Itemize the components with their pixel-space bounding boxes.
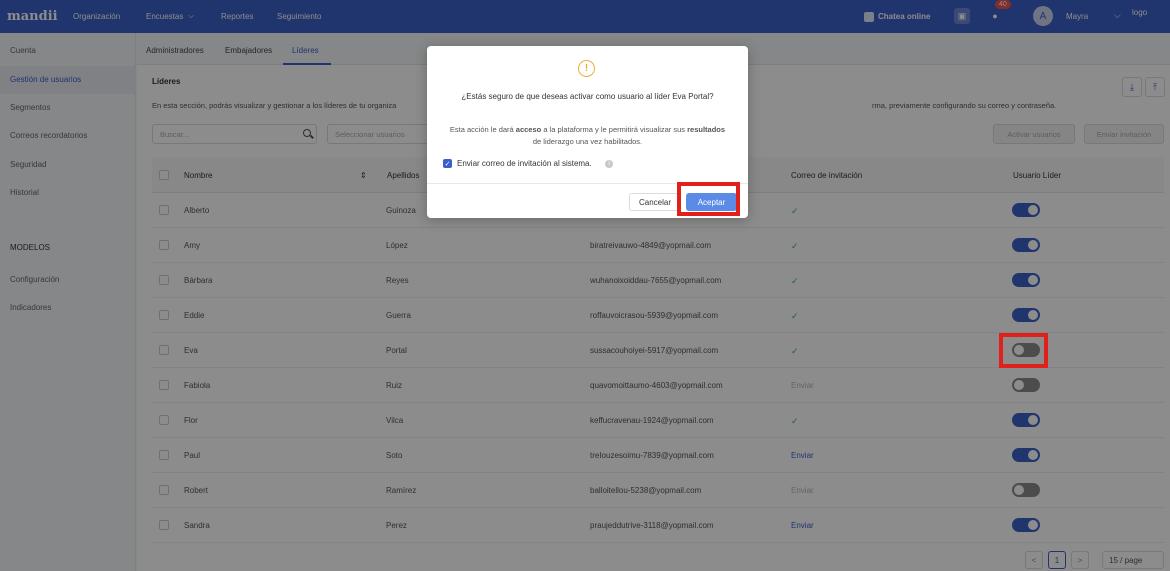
- send-invitation-label[interactable]: Enviar correo de invitación al sistema.: [457, 159, 592, 168]
- modal-body-text-2: a la plataforma y le permitirá visualiza…: [541, 125, 688, 134]
- modal-body-text-3: de liderazgo una vez habilitados.: [532, 137, 643, 146]
- highlight-accept: [677, 182, 740, 216]
- send-invitation-checkbox[interactable]: ✓: [443, 159, 452, 168]
- info-icon[interactable]: i: [605, 160, 613, 168]
- cancel-button[interactable]: Cancelar: [629, 193, 681, 211]
- modal-body: Esta acción le dará acceso a la platafor…: [447, 124, 728, 148]
- modal-body-text-1: Esta acción le dará: [449, 125, 516, 134]
- modal-body-bold-1: acceso: [515, 125, 542, 134]
- modal-body-bold-2: resultados: [687, 125, 726, 134]
- highlight-toggle-eva: [999, 333, 1048, 368]
- warning-icon: !: [578, 60, 595, 77]
- modal-title: ¿Estás seguro de que deseas activar como…: [461, 92, 714, 101]
